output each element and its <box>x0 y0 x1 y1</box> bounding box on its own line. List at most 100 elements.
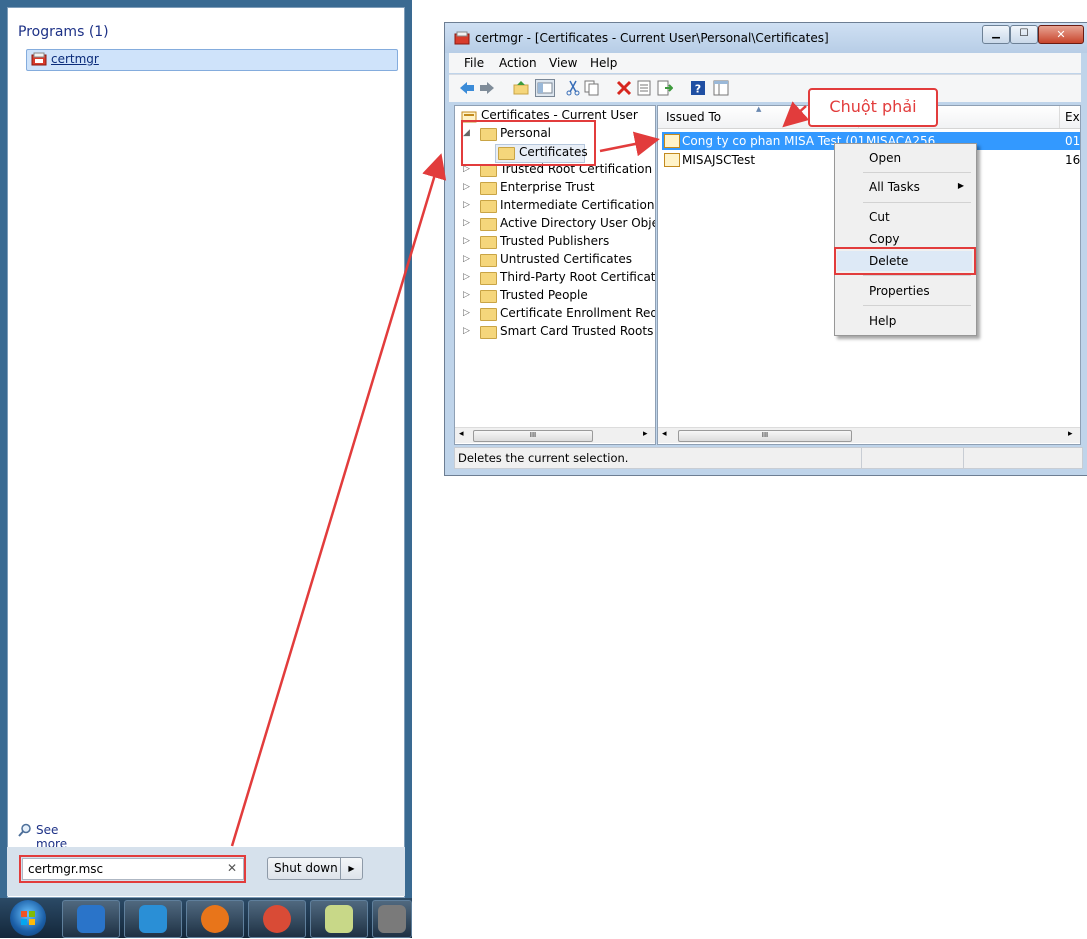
certmgr-window: certmgr - [Certificates - Current User\P… <box>444 22 1087 476</box>
properties-icon[interactable] <box>636 80 652 96</box>
context-item-label: Help <box>869 314 897 328</box>
magnifier-icon <box>18 823 31 837</box>
tree-item-label: Trusted People <box>500 288 588 302</box>
folder-icon <box>480 200 497 213</box>
tree-item-label: Active Directory User Object <box>500 216 656 230</box>
start-menu-panel: Programs (1) certmgr See more results <box>7 7 405 898</box>
status-text: Deletes the current selection. <box>458 451 629 465</box>
certmgr-icon <box>31 52 47 66</box>
list-horizontal-scrollbar[interactable]: ◂ III ▸ <box>658 427 1080 443</box>
folder-icon <box>480 254 497 267</box>
shut-down-options-arrow-icon[interactable]: ▶ <box>340 858 362 879</box>
menu-file[interactable]: File <box>464 56 484 70</box>
show-tree-icon[interactable] <box>535 79 555 97</box>
tree-item-label: Enterprise Trust <box>500 180 595 194</box>
context-cut[interactable]: Cut <box>837 207 972 227</box>
expand-arrow-icon[interactable]: ▷ <box>463 218 470 228</box>
taskbar-help[interactable] <box>248 900 306 938</box>
status-bar: Deletes the current selection. <box>454 447 1083 469</box>
outlook-icon <box>77 905 105 933</box>
certificate-icon <box>664 134 680 148</box>
expand-arrow-icon[interactable]: ▷ <box>463 200 470 210</box>
windows-logo-icon <box>21 911 35 925</box>
context-item-label: All Tasks <box>869 180 920 194</box>
maximize-button[interactable]: ☐ <box>1010 25 1038 44</box>
context-separator <box>863 275 971 276</box>
menu-bar: File Action View Help <box>449 53 1081 73</box>
context-all-tasks[interactable]: All Tasks ▶ <box>837 177 972 197</box>
tree-item-label: Intermediate Certification Au <box>500 198 655 212</box>
title-bar[interactable]: certmgr - [Certificates - Current User\P… <box>445 23 1087 53</box>
delete-icon[interactable] <box>616 80 632 96</box>
remote-desktop-icon <box>139 905 167 933</box>
up-folder-icon[interactable] <box>513 80 529 96</box>
scroll-thumb[interactable]: III <box>473 430 593 442</box>
cell-expiration: 01 <box>1065 134 1081 148</box>
search-result-certmgr[interactable]: certmgr <box>26 49 398 71</box>
expand-arrow-icon[interactable]: ▷ <box>463 254 470 264</box>
back-icon[interactable] <box>459 80 475 96</box>
cut-icon[interactable] <box>565 80 581 96</box>
search-result-label: certmgr <box>51 52 99 66</box>
folder-icon <box>480 308 497 321</box>
taskbar-firefox[interactable] <box>186 900 244 938</box>
taskbar-sticky-notes[interactable] <box>310 900 368 938</box>
column-issued-to[interactable]: Issued To <box>666 110 721 124</box>
scroll-right-icon[interactable]: ▸ <box>1068 429 1073 439</box>
menu-help[interactable]: Help <box>590 56 617 70</box>
cell-issued-to: MISAJSCTest <box>682 153 756 167</box>
context-item-label: Copy <box>869 232 900 246</box>
certmgr-icon <box>454 31 470 45</box>
expand-arrow-icon[interactable]: ▷ <box>463 326 470 336</box>
toolbar: ? <box>449 74 1081 102</box>
start-button[interactable] <box>10 900 46 936</box>
context-item-label: Open <box>869 151 902 165</box>
folder-icon <box>480 272 497 285</box>
context-copy[interactable]: Copy <box>837 229 972 249</box>
folder-icon <box>480 290 497 303</box>
expand-arrow-icon[interactable]: ▷ <box>463 308 470 318</box>
expand-arrow-icon[interactable]: ▷ <box>463 272 470 282</box>
sort-ascending-icon: ▲ <box>756 105 762 113</box>
tree-horizontal-scrollbar[interactable]: ◂ III ▸ <box>455 427 655 443</box>
folder-icon <box>480 218 497 231</box>
expand-arrow-icon[interactable]: ▷ <box>463 236 470 246</box>
context-separator <box>863 305 971 306</box>
context-properties[interactable]: Properties <box>837 281 972 301</box>
context-item-label: Properties <box>869 284 930 298</box>
taskbar-outlook[interactable] <box>62 900 120 938</box>
menu-view[interactable]: View <box>549 56 577 70</box>
headset-icon <box>378 905 406 933</box>
view-icon[interactable] <box>713 80 729 96</box>
export-icon[interactable] <box>657 80 673 96</box>
forward-icon[interactable] <box>479 80 495 96</box>
expand-arrow-icon[interactable]: ▷ <box>463 290 470 300</box>
svg-text:?: ? <box>695 83 701 96</box>
folder-icon <box>480 326 497 339</box>
cell-expiration: 16 <box>1065 153 1081 167</box>
help-icon[interactable]: ? <box>690 80 706 96</box>
scroll-left-icon[interactable]: ◂ <box>662 429 667 439</box>
column-separator[interactable] <box>1059 106 1060 128</box>
shut-down-button[interactable]: Shut down ▶ <box>267 857 363 880</box>
programs-heading: Programs (1) <box>18 24 109 40</box>
context-open[interactable]: Open <box>837 148 972 168</box>
column-expiration[interactable]: Ex <box>1065 110 1080 124</box>
scroll-right-icon[interactable]: ▸ <box>643 429 648 439</box>
context-separator <box>863 202 971 203</box>
window-title: certmgr - [Certificates - Current User\P… <box>475 31 829 45</box>
copy-icon[interactable] <box>584 80 600 96</box>
status-divider <box>861 448 862 468</box>
context-help[interactable]: Help <box>837 311 972 331</box>
context-menu: Open All Tasks ▶ Cut Copy Delete Properti… <box>834 143 977 336</box>
taskbar-remote-desktop[interactable] <box>124 900 182 938</box>
folder-icon <box>480 236 497 249</box>
scroll-left-icon[interactable]: ◂ <box>459 429 464 439</box>
minimize-button[interactable]: ▁ <box>982 25 1010 44</box>
scroll-thumb[interactable]: III <box>678 430 852 442</box>
expand-arrow-icon[interactable]: ▷ <box>463 182 470 192</box>
taskbar-headset[interactable] <box>372 900 412 938</box>
close-button[interactable]: ✕ <box>1038 25 1084 44</box>
submenu-arrow-icon: ▶ <box>957 181 964 190</box>
menu-action[interactable]: Action <box>499 56 537 70</box>
